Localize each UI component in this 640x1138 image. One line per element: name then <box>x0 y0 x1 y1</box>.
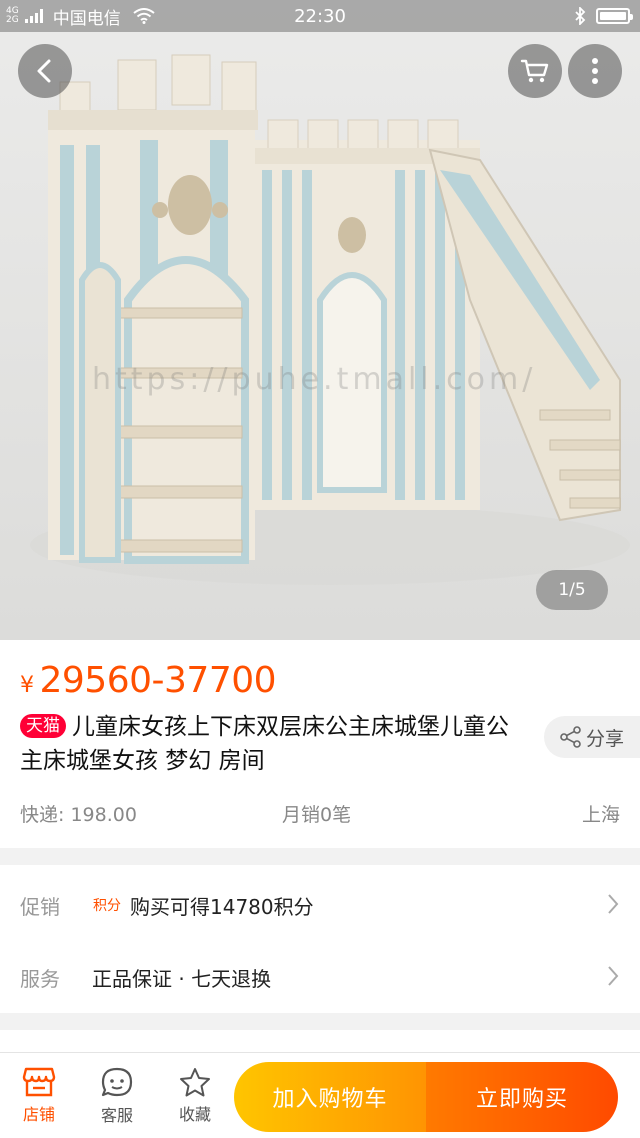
add-to-cart-button[interactable]: 加入购物车 <box>234 1062 426 1132</box>
cart-button[interactable] <box>508 44 562 98</box>
chevron-right-icon <box>608 966 619 986</box>
back-button[interactable] <box>18 44 72 98</box>
shipping-fee: 快递: 198.00 <box>20 804 137 826</box>
tmall-badge: 天猫 <box>20 714 66 738</box>
currency-symbol: ¥ <box>20 673 34 698</box>
product-image-gallery[interactable]: https://puhe.tmall.com/ 4G 2G 中国电信 22:30… <box>0 0 640 640</box>
more-vertical-icon <box>592 58 598 84</box>
product-info: ¥29560-37700 天猫 儿童床女孩上下床双层床公主床城堡儿童公主床城堡女孩… <box>0 640 640 848</box>
favorite-label: 收藏 <box>178 1105 211 1124</box>
customer-service-tab[interactable]: 客服 <box>82 1053 152 1138</box>
product-meta: 快递: 198.00 月销0笔 上海 <box>0 800 640 830</box>
status-bar: 4G 2G 中国电信 22:30 <box>0 0 640 32</box>
store-icon <box>22 1067 56 1097</box>
battery-icon <box>596 8 633 24</box>
share-icon <box>560 726 581 748</box>
product-title: 天猫 儿童床女孩上下床双层床公主床城堡儿童公主床城堡女孩 梦幻 房间 <box>20 710 530 778</box>
promotion-text: 购买可得14780积分 <box>130 894 314 919</box>
promotion-row[interactable]: 促销 积分 购买可得14780积分 <box>0 869 640 941</box>
product-detail-page: https://puhe.tmall.com/ 4G 2G 中国电信 22:30… <box>0 0 640 1138</box>
favorite-tab[interactable]: 收藏 <box>160 1053 230 1138</box>
points-tag: 积分 <box>93 898 121 914</box>
customer-service-icon <box>101 1067 133 1097</box>
watermark-text: https://puhe.tmall.com/ <box>92 362 537 397</box>
price: ¥29560-37700 <box>20 660 277 701</box>
store-tab-label: 店铺 <box>22 1105 55 1124</box>
service-label: 服务 <box>20 966 60 991</box>
share-label: 分享 <box>585 727 624 750</box>
customer-service-label: 客服 <box>100 1106 133 1125</box>
star-icon <box>180 1068 210 1097</box>
chevron-left-icon <box>37 59 51 83</box>
store-tab[interactable]: 店铺 <box>4 1053 74 1138</box>
cart-icon <box>520 59 549 83</box>
promo-service-section: 促销 积分 购买可得14780积分 服务 正品保证 · 七天退换 <box>0 865 640 1013</box>
chevron-right-icon <box>608 894 619 914</box>
promotion-label: 促销 <box>20 894 60 919</box>
image-counter: 1/5 <box>536 570 608 610</box>
buy-now-button[interactable]: 立即购买 <box>426 1062 618 1132</box>
price-range: 29560-37700 <box>39 660 277 701</box>
section-divider <box>0 1030 640 1052</box>
bottom-action-bar: 店铺 客服 收藏 加入购物车 立即购买 <box>0 1052 640 1138</box>
monthly-sales: 月销0笔 <box>282 804 352 826</box>
clock: 22:30 <box>294 5 346 27</box>
share-button[interactable]: 分享 <box>544 716 640 758</box>
more-options-button[interactable] <box>568 44 622 98</box>
service-row[interactable]: 服务 正品保证 · 七天退换 <box>0 941 640 1013</box>
bluetooth-icon <box>575 7 586 25</box>
product-title-text: 儿童床女孩上下床双层床公主床城堡儿童公主床城堡女孩 梦幻 房间 <box>20 714 509 774</box>
service-text: 正品保证 · 七天退换 <box>92 966 272 991</box>
ship-from-location: 上海 <box>581 804 620 826</box>
